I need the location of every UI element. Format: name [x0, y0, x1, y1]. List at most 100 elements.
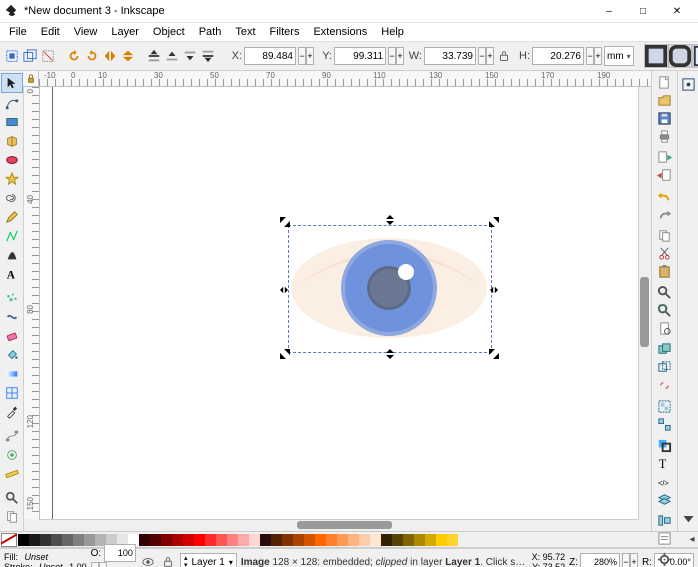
tool-tweak[interactable] [2, 308, 22, 326]
vertical-ruler[interactable]: 04080120150 [24, 87, 40, 519]
lower-icon[interactable] [182, 45, 198, 67]
tool-node[interactable] [2, 94, 22, 112]
swatch[interactable] [150, 534, 161, 546]
cmd-save-icon[interactable] [655, 111, 675, 126]
opacity-input[interactable] [104, 544, 136, 562]
select-all-layers-icon[interactable] [22, 45, 38, 67]
palette-menu-icon[interactable]: ◂ [686, 534, 698, 545]
handle-se[interactable] [489, 349, 499, 359]
cmd-fillstroke-icon[interactable] [655, 438, 675, 453]
swatch[interactable] [348, 534, 359, 546]
menu-layer[interactable]: Layer [104, 25, 146, 39]
cmd-zoom-sel-icon[interactable] [655, 285, 675, 300]
cmd-group-icon[interactable] [655, 399, 675, 414]
cmd-undo-icon[interactable] [655, 189, 675, 204]
menu-text[interactable]: Text [228, 25, 262, 39]
swatch[interactable] [282, 534, 293, 546]
handle-sw[interactable] [280, 349, 290, 359]
swatch[interactable] [447, 534, 458, 546]
swatch[interactable] [249, 534, 260, 546]
swatch[interactable] [403, 534, 414, 546]
y-input[interactable] [334, 47, 386, 65]
rotate-ccw-icon[interactable] [66, 45, 82, 67]
cmd-prefs-icon[interactable] [655, 552, 675, 567]
tool-zoom[interactable] [2, 489, 22, 507]
swatch[interactable] [139, 534, 150, 546]
raise-icon[interactable] [164, 45, 180, 67]
cmd-duplicate-icon[interactable] [655, 342, 675, 357]
tool-dropper[interactable] [2, 403, 22, 421]
unit-select[interactable]: mm [604, 46, 634, 66]
layer-visibility-icon[interactable] [140, 554, 156, 567]
tool-spray[interactable] [2, 289, 22, 307]
select-all-icon[interactable] [4, 45, 20, 67]
cmd-copy-icon[interactable] [655, 228, 675, 243]
tool-measure[interactable] [2, 465, 22, 483]
swatch[interactable] [238, 534, 249, 546]
layer-lock-icon[interactable] [160, 554, 176, 567]
cmd-print-icon[interactable] [655, 129, 675, 144]
tool-3dbox[interactable] [2, 132, 22, 150]
h-spinner[interactable]: −+ [586, 47, 602, 65]
menu-path[interactable]: Path [192, 25, 229, 39]
swatch[interactable] [216, 534, 227, 546]
deselect-icon[interactable] [40, 45, 56, 67]
swatch[interactable] [392, 534, 403, 546]
tool-spiral[interactable] [2, 189, 22, 207]
swatch[interactable] [73, 534, 84, 546]
opacity-spinner[interactable]: −+ [91, 562, 107, 567]
cmd-paste-icon[interactable] [655, 264, 675, 279]
swatch[interactable] [381, 534, 392, 546]
affect-corners-icon[interactable] [668, 44, 692, 68]
rotate-cw-icon[interactable] [84, 45, 100, 67]
tool-pencil[interactable] [2, 208, 22, 226]
tool-star[interactable] [2, 170, 22, 188]
swatch[interactable] [227, 534, 238, 546]
swatch[interactable] [260, 534, 271, 546]
cmd-clone-icon[interactable] [655, 360, 675, 375]
affect-gradient-icon[interactable] [692, 44, 698, 68]
cmd-cut-icon[interactable] [655, 246, 675, 261]
layer-selector[interactable]: ▴▾Layer 1▾ [180, 553, 237, 567]
swatch[interactable] [414, 534, 425, 546]
swatch[interactable] [172, 534, 183, 546]
handle-n[interactable] [386, 215, 396, 225]
cmd-open-icon[interactable] [655, 93, 675, 108]
snap-toggle-icon[interactable] [678, 75, 698, 93]
cmd-zoom-page-icon[interactable] [655, 321, 675, 336]
menu-extensions[interactable]: Extensions [306, 25, 374, 39]
tool-eraser[interactable] [2, 327, 22, 345]
h-input[interactable] [532, 47, 584, 65]
tool-bezier[interactable] [2, 227, 22, 245]
swatch[interactable] [326, 534, 337, 546]
window-minimize[interactable]: – [592, 1, 626, 21]
tool-text[interactable]: A [2, 265, 22, 283]
y-spinner[interactable]: −+ [388, 47, 404, 65]
zoom-spinner[interactable]: −+ [622, 553, 638, 567]
window-maximize[interactable]: □ [626, 1, 660, 21]
swatch[interactable] [370, 534, 381, 546]
handle-e[interactable] [490, 285, 500, 295]
cmd-unlink-icon[interactable] [655, 378, 675, 393]
raise-top-icon[interactable] [146, 45, 162, 67]
w-spinner[interactable]: −+ [478, 47, 494, 65]
tool-pages[interactable] [2, 508, 22, 526]
cmd-new-icon[interactable] [655, 75, 675, 90]
swatch[interactable] [183, 534, 194, 546]
cmd-xml-icon[interactable]: </> [655, 474, 675, 489]
swatch[interactable] [315, 534, 326, 546]
swatch[interactable] [194, 534, 205, 546]
menu-help[interactable]: Help [374, 25, 411, 39]
cmd-redo-icon[interactable] [655, 207, 675, 222]
swatch[interactable] [436, 534, 447, 546]
x-spinner[interactable]: −+ [298, 47, 314, 65]
swatch[interactable] [40, 534, 51, 546]
zoom-input[interactable] [580, 553, 620, 567]
cmd-ungroup-icon[interactable] [655, 417, 675, 432]
tool-rect[interactable] [2, 113, 22, 131]
cmd-export-icon[interactable] [655, 168, 675, 183]
lock-aspect-icon[interactable] [496, 45, 512, 67]
cmd-layers-icon[interactable] [655, 492, 675, 507]
swatch[interactable] [161, 534, 172, 546]
tool-bucket[interactable] [2, 346, 22, 364]
